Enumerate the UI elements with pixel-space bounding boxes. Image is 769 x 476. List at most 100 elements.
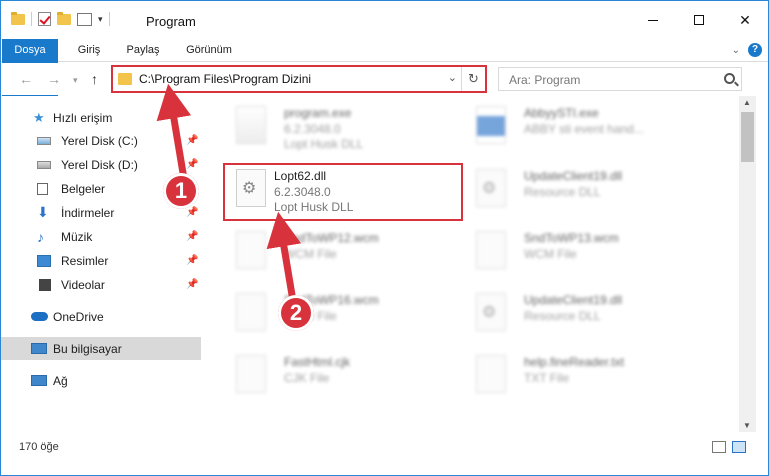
refresh-icon[interactable]: ↻ xyxy=(461,67,485,91)
status-bar: 170 öğe xyxy=(1,432,768,462)
sidebar-item-label: Müzik xyxy=(61,229,93,244)
sidebar-item-label: Ağ xyxy=(53,373,68,388)
sidebar-item-music[interactable]: ♪ Müzik 📌 xyxy=(1,225,201,248)
sidebar-item-label: Bu bilgisayar xyxy=(53,341,122,356)
pictures-icon xyxy=(37,254,51,267)
pin-icon[interactable]: 📌 xyxy=(186,135,198,146)
question-icon[interactable]: ? xyxy=(748,43,762,57)
music-icon: ♪ xyxy=(37,228,44,245)
sidebar-item-label: Belgeler xyxy=(61,181,106,196)
file-description: ABBY sti event hand... xyxy=(524,122,644,136)
dll-gear-icon xyxy=(476,293,506,331)
sidebar-item-drive-d[interactable]: Yerel Disk (D:) 📌 xyxy=(1,153,201,176)
step-badge-2: 2 xyxy=(278,295,314,331)
list-item[interactable]: help.fineReader.txt TXT File xyxy=(458,345,688,405)
file-name: AbbyySTI.exe xyxy=(524,106,599,120)
expand-ribbon-icon[interactable]: ⌄ xyxy=(732,45,740,56)
chevron-down-icon[interactable]: ⌄ xyxy=(448,71,457,84)
pin-icon[interactable]: 📌 xyxy=(186,207,198,218)
sidebar-item-label: Hızlı erişim xyxy=(53,110,113,125)
pin-icon[interactable]: 📌 xyxy=(186,231,198,242)
sidebar-item-network[interactable]: Ağ xyxy=(1,369,201,392)
file-name: Lopt62.dll xyxy=(274,169,327,183)
step-badge-1: 1 xyxy=(163,173,199,209)
maximize-button[interactable] xyxy=(676,1,722,39)
title-bar: ▾ Program ✕ xyxy=(1,1,768,39)
document-icon xyxy=(37,182,48,195)
file-name: program.exe xyxy=(284,106,352,120)
maximize-icon xyxy=(694,15,704,25)
recent-chevron-icon[interactable]: ▾ xyxy=(73,75,78,86)
quick-access-toolbar: ▾ xyxy=(11,11,110,26)
folder-icon xyxy=(118,73,132,85)
blank-file-icon xyxy=(236,355,266,393)
close-button[interactable]: ✕ xyxy=(722,1,768,39)
sidebar-item-label: Yerel Disk (C:) xyxy=(61,133,138,148)
back-arrow-icon[interactable]: ← xyxy=(19,71,33,87)
file-description: WCM File xyxy=(284,247,337,261)
pin-icon[interactable]: 📌 xyxy=(186,159,198,170)
list-item[interactable]: program.exe 6.2.3048.0 Lopt Husk DLL xyxy=(218,96,448,156)
list-item[interactable]: SndToWP12.wcm WCM File xyxy=(218,221,448,281)
address-path[interactable]: C:\Program Files\Program Dizini xyxy=(139,72,311,86)
divider xyxy=(108,12,110,26)
forward-arrow-icon[interactable]: → xyxy=(47,71,61,87)
dll-gear-icon xyxy=(236,169,266,207)
blank-file-icon xyxy=(236,293,266,331)
list-item[interactable]: SndToWP13.wcm WCM File xyxy=(458,221,688,281)
sidebar-item-label: OneDrive xyxy=(53,309,104,324)
tiles-view-icon[interactable] xyxy=(732,441,746,453)
customize-icon[interactable] xyxy=(77,12,92,26)
sidebar-item-this-pc[interactable]: Bu bilgisayar xyxy=(1,337,201,360)
new-folder-icon[interactable] xyxy=(57,11,71,25)
list-item[interactable]: FastHtml.cjk CJK File xyxy=(218,345,448,405)
list-item[interactable]: SndToWP16.wcm WCM File xyxy=(218,283,448,343)
file-description: TXT File xyxy=(524,371,570,385)
star-icon: ★ xyxy=(33,109,45,125)
file-name: UpdateClient19.dll xyxy=(524,169,623,183)
list-item[interactable]: AbbyySTI.exe ABBY sti event hand... xyxy=(458,96,688,156)
scroll-down-icon[interactable]: ▼ xyxy=(743,421,751,430)
minimize-button[interactable] xyxy=(630,1,676,39)
list-item[interactable]: UpdateClient19.dll Resource DLL xyxy=(458,159,688,219)
ribbon-controls: ⌄ ? xyxy=(732,43,762,57)
sidebar-item-onedrive[interactable]: OneDrive xyxy=(1,305,201,328)
download-icon: ⬇ xyxy=(37,204,49,220)
computer-icon xyxy=(31,343,47,354)
view-switcher xyxy=(712,441,746,453)
chevron-down-icon[interactable]: ▾ xyxy=(98,14,103,25)
sidebar-item-quick-access[interactable]: ★ Hızlı erişim xyxy=(1,106,201,129)
search-input[interactable]: Ara: Program xyxy=(498,67,742,91)
vertical-scrollbar[interactable]: ▲ ▼ xyxy=(739,96,756,432)
details-view-icon[interactable] xyxy=(712,441,726,453)
file-name: UpdateClient19.dll xyxy=(524,293,623,307)
blank-file-icon xyxy=(236,231,266,269)
exe-file-icon xyxy=(476,106,506,144)
sidebar-item-label: Resimler xyxy=(61,253,109,268)
tab-home[interactable]: Giriş xyxy=(69,39,109,61)
sidebar-item-videos[interactable]: Videolar 📌 xyxy=(1,273,201,296)
file-description: Lopt Husk DLL xyxy=(284,137,364,151)
cloud-icon xyxy=(31,312,48,321)
file-description: WCM File xyxy=(524,247,577,261)
tab-view[interactable]: Görünüm xyxy=(181,39,237,61)
sidebar-item-drive-c[interactable]: Yerel Disk (C:) 📌 xyxy=(1,129,201,152)
pin-icon[interactable]: 📌 xyxy=(186,279,198,290)
properties-check-icon[interactable] xyxy=(38,12,51,26)
sidebar-item-label: İndirmeler xyxy=(61,205,115,220)
list-item[interactable]: UpdateClient19.dll Resource DLL xyxy=(458,283,688,343)
pin-icon[interactable]: 📌 xyxy=(186,255,198,266)
dll-gear-icon xyxy=(476,169,506,207)
list-item-lopt62-dll[interactable]: Lopt62.dll 6.2.3048.0 Lopt Husk DLL xyxy=(218,159,448,219)
file-name: help.fineReader.txt xyxy=(524,355,625,369)
address-bar[interactable]: C:\Program Files\Program Dizini ⌄ ↻ xyxy=(112,66,486,92)
sidebar-item-pictures[interactable]: Resimler 📌 xyxy=(1,249,201,272)
window-title: Program xyxy=(146,14,196,29)
scrollbar-thumb[interactable] xyxy=(741,112,754,162)
up-arrow-icon[interactable]: ↑ xyxy=(91,71,98,87)
explorer-window: ▾ Program ✕ Dosya Giriş Paylaş Görünüm ⌄… xyxy=(0,0,769,476)
item-count: 170 öğe xyxy=(19,441,59,453)
scroll-up-icon[interactable]: ▲ xyxy=(743,98,751,107)
tab-share[interactable]: Paylaş xyxy=(121,39,165,61)
blank-file-icon xyxy=(476,231,506,269)
